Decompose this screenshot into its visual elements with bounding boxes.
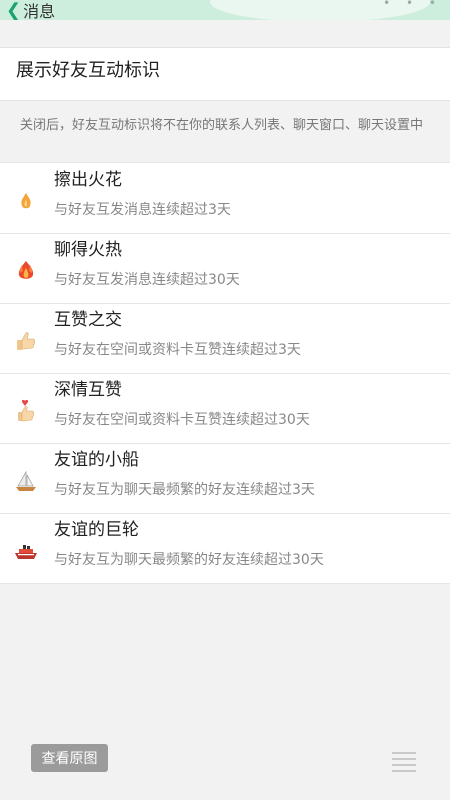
item-subtitle: 与好友互为聊天最频繁的好友连续超过3天 [54,482,315,498]
flame-big-icon [18,261,34,279]
list-item: 友谊的巨轮 与好友互为聊天最频繁的好友连续超过30天 [0,513,450,584]
back-arrow-icon: ❮ [6,0,22,20]
show-friend-badge-toggle-row[interactable]: 展示好友互动标识 [0,47,450,101]
item-subtitle: 与好友互为聊天最频繁的好友连续超过30天 [54,552,324,568]
item-title: 互赞之交 [54,310,122,330]
heart-thumb-icon [18,399,34,422]
item-title: 聊得火热 [54,240,122,260]
status-dots: • • • [383,0,442,10]
item-subtitle: 与好友互发消息连续超过30天 [54,272,240,288]
item-title: 友谊的小船 [54,450,139,470]
item-subtitle: 与好友在空间或资料卡互赞连续超过3天 [54,342,301,358]
item-title: 深情互赞 [54,380,122,400]
thumbs-up-icon [17,332,35,350]
list-item: 深情互赞 与好友在空间或资料卡互赞连续超过30天 [0,373,450,444]
item-subtitle: 与好友在空间或资料卡互赞连续超过30天 [54,412,310,428]
badge-list: 擦出火花 与好友互发消息连续超过3天 聊得火热 与好友互发消息连续超过30天 互… [0,162,450,584]
sailboat-icon [16,470,36,491]
item-subtitle: 与好友互发消息连续超过3天 [54,202,231,218]
top-bar: ❮ 消息 • • • [0,0,450,20]
ship-icon [15,545,37,559]
list-item: 互赞之交 与好友在空间或资料卡互赞连续超过3天 [0,303,450,374]
list-item: 聊得火热 与好友互发消息连续超过30天 [0,233,450,304]
flame-small-icon [21,193,31,209]
back-label: 消息 [23,2,56,20]
menu-icon[interactable] [392,752,416,774]
item-title: 擦出火花 [54,170,122,190]
item-title: 友谊的巨轮 [54,520,139,540]
list-item: 擦出火花 与好友互发消息连续超过3天 [0,163,450,234]
view-original-button[interactable]: 查看原图 [31,744,108,772]
back-button[interactable]: ❮ 消息 [6,0,55,20]
toggle-label: 展示好友互动标识 [16,60,160,81]
toggle-description: 关闭后，好友互动标识将不在你的联系人列表、聊天窗口、聊天设置中 [20,118,424,133]
list-item: 友谊的小船 与好友互为聊天最频繁的好友连续超过3天 [0,443,450,514]
